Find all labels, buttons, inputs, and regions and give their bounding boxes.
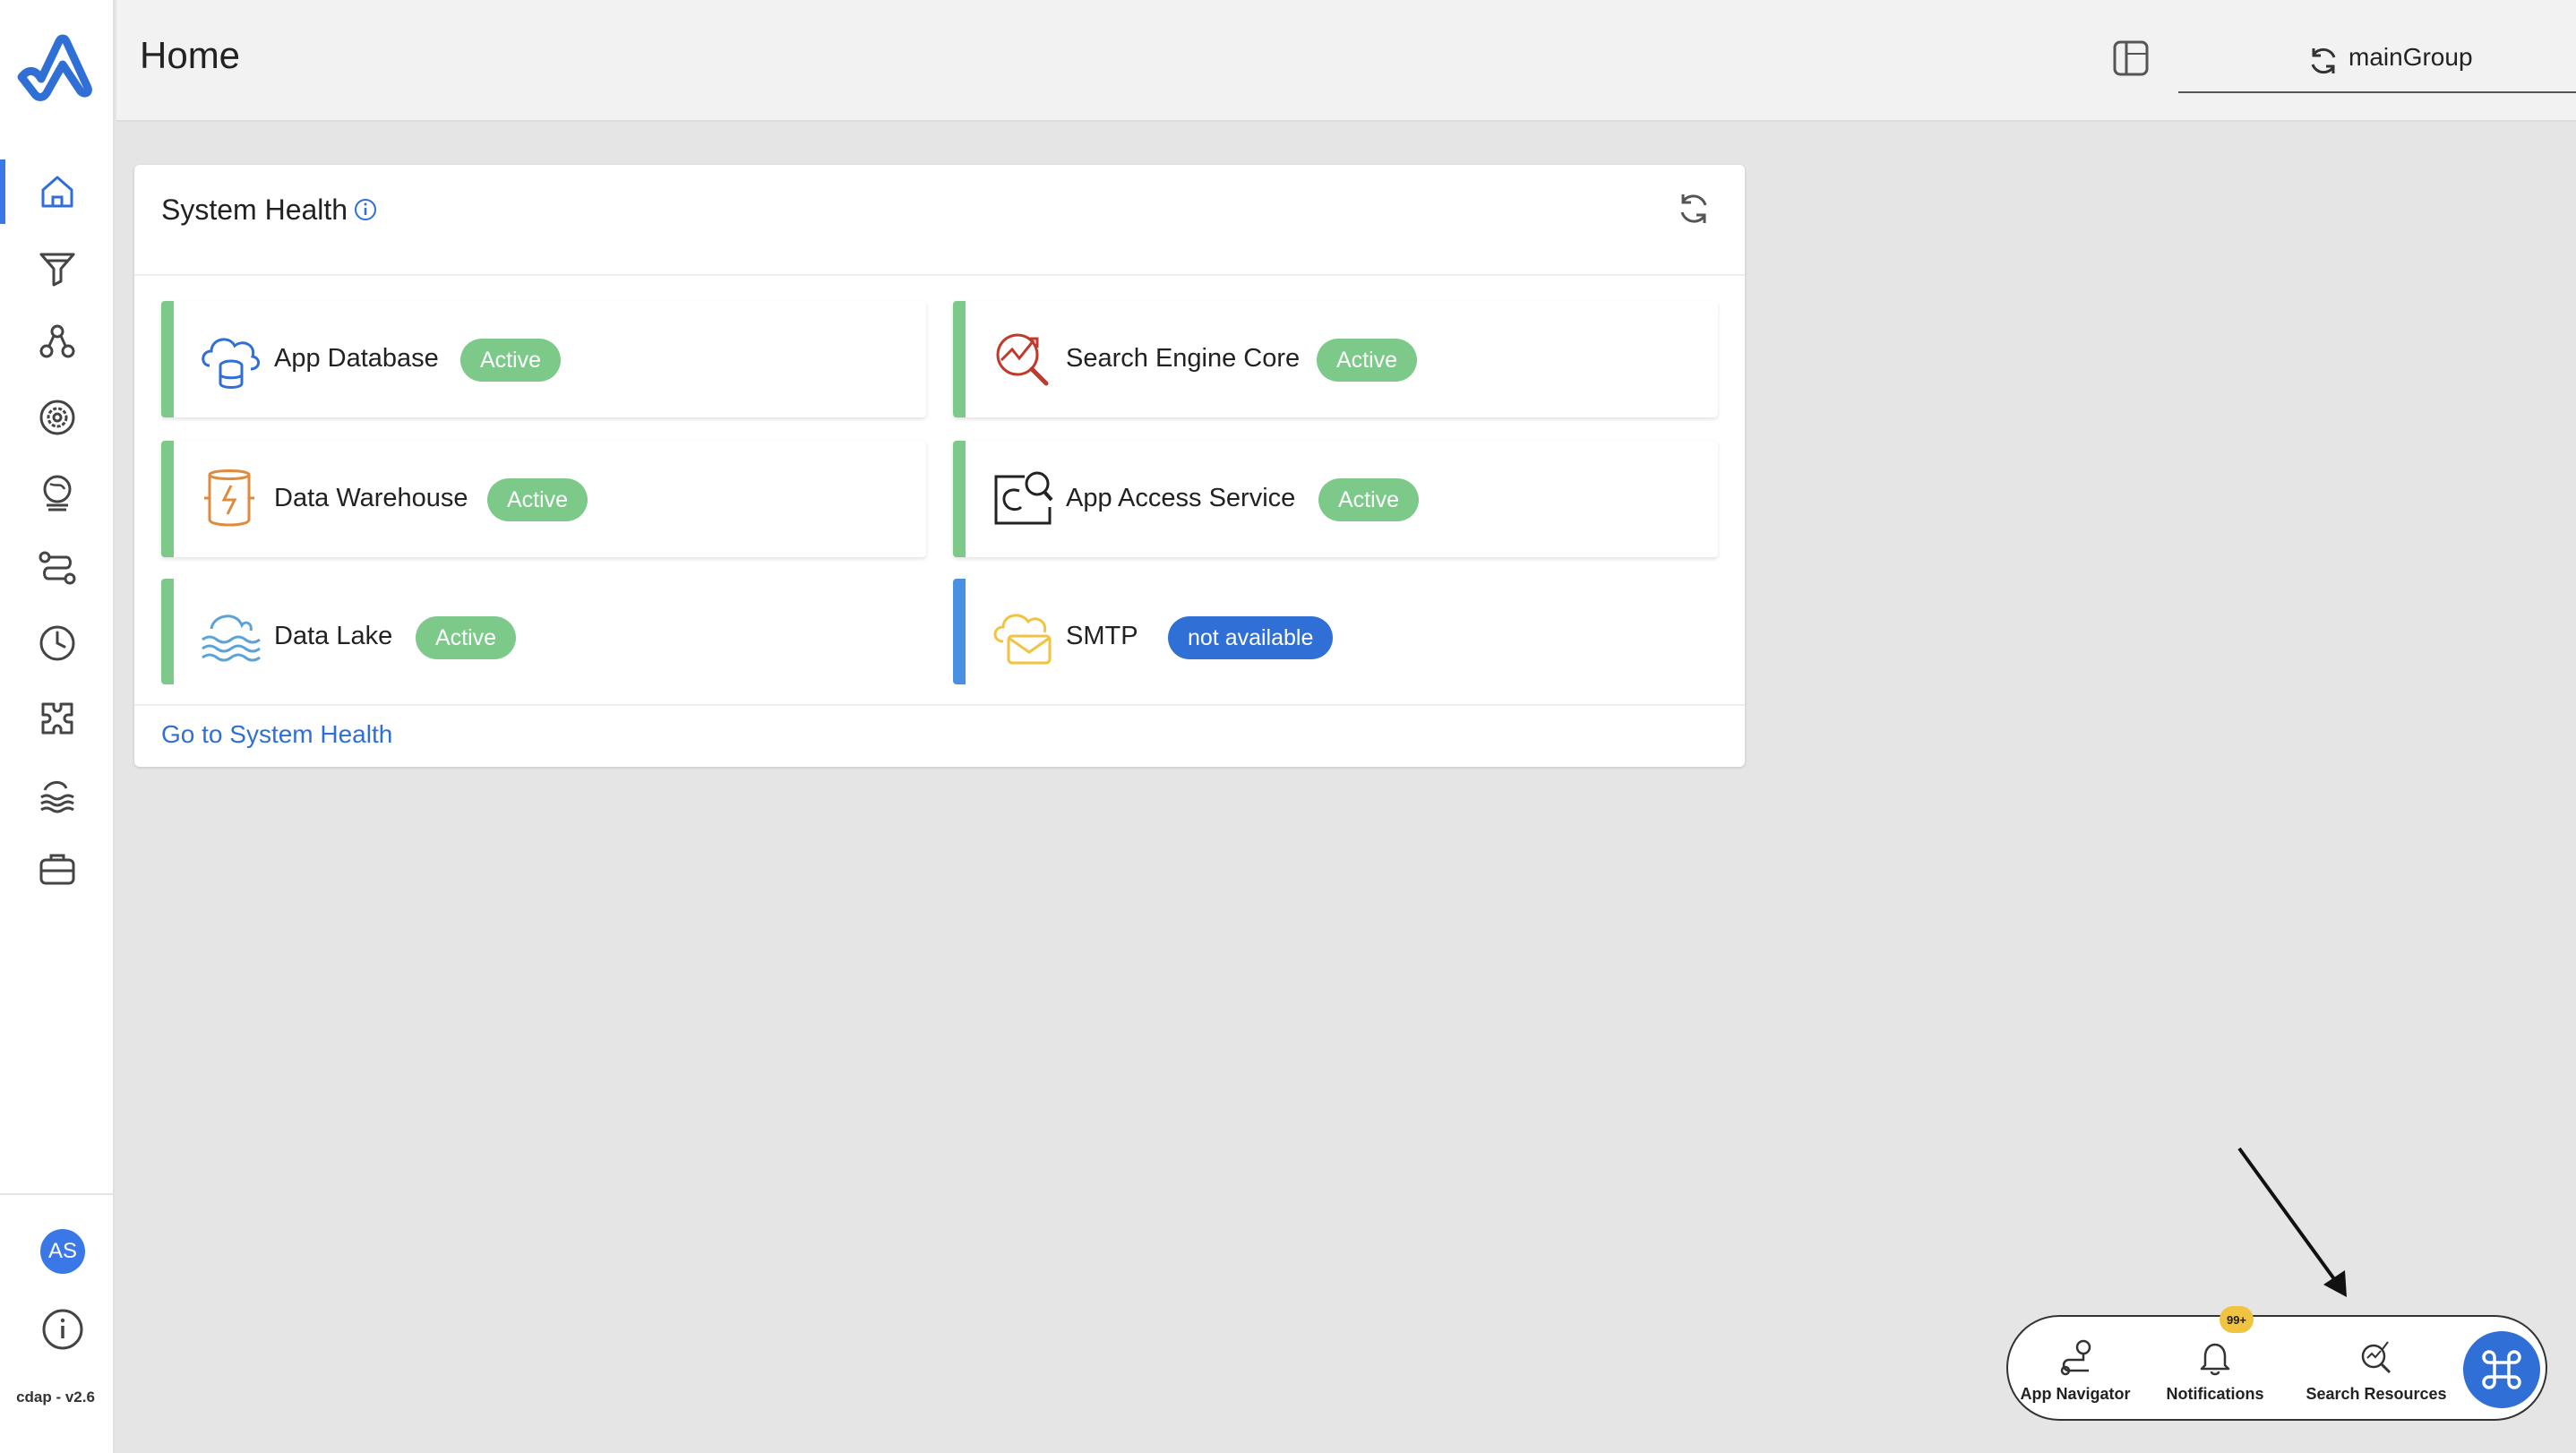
info-icon[interactable] [353,197,378,222]
funnel-icon [39,253,75,287]
service-app-database[interactable]: App Database Active [161,301,926,417]
globe-icon [43,475,72,512]
waves-icon [202,615,261,662]
nav-explore[interactable] [0,455,115,530]
info-icon[interactable] [39,1306,86,1353]
nav-scheduler[interactable] [0,606,115,681]
puzzle-icon [41,702,73,735]
command-palette-button[interactable] [2463,1331,2540,1408]
service-name: App Access Service [1066,484,1296,512]
service-search-engine-core[interactable]: Search Engine Core Active [953,301,1718,417]
navigator-pin-icon [2060,1339,2091,1376]
version-label: cdap - v2.6 [16,1389,95,1406]
nav-home[interactable] [0,154,115,229]
layout-toggle-icon[interactable] [2112,39,2150,77]
command-key-icon [2482,1350,2521,1389]
nav-routing[interactable] [0,530,115,606]
card-footer-divider [134,704,1745,706]
go-to-system-health-link[interactable]: Go to System Health [161,720,392,749]
status-badge: Active [1317,339,1418,382]
data-lake-icon [40,781,74,813]
bell-icon [2200,1343,2230,1376]
briefcase-icon [39,854,75,885]
home-icon [41,176,73,208]
sidebar: AS cdap - v2.6 [0,0,115,1453]
namespace-name: mainGroup [2348,43,2473,71]
page-title: Home [140,34,241,76]
notifications-count-badge: 99+ [2220,1306,2254,1333]
app-logo[interactable] [16,29,97,104]
search-chart-icon [996,333,1049,386]
warehouse-cylinder-icon [204,469,254,527]
nav-briefcase[interactable] [0,831,115,907]
dock-label: Notifications [2166,1385,2264,1403]
namespace-selector[interactable]: mainGroup [2178,27,2576,93]
service-name: App Database [274,344,439,373]
dock-app-navigator[interactable]: App Navigator [2017,1317,2134,1423]
sidebar-divider [0,1193,115,1195]
service-name: Data Lake [274,622,393,650]
service-data-lake[interactable]: Data Lake Active [161,579,926,684]
service-smtp[interactable]: SMTP not available [953,579,1718,684]
service-name: SMTP [1066,622,1138,650]
status-badge: Active [1318,478,1420,521]
service-name: Search Engine Core [1066,344,1301,373]
clock-icon [39,625,75,661]
dock-notifications[interactable]: Notifications [2157,1317,2273,1423]
dock-label: App Navigator [2020,1385,2131,1403]
nav-pipelines[interactable] [0,229,115,305]
status-badge: Active [416,616,517,659]
system-health-card: System Health App Database Active Search… [134,165,1745,767]
status-badge: Active [460,339,562,382]
service-app-access-service[interactable]: App Access Service Active [953,441,1718,557]
status-badge: not available [1168,616,1334,659]
namespace-refresh[interactable] [2306,43,2341,79]
cloud-database-icon [202,338,260,389]
annotation-arrow [2237,1147,2347,1297]
status-badge: Active [487,478,588,521]
mail-cloud-icon [993,614,1052,665]
dock-label: Search Resources [2306,1385,2447,1403]
nav-plugins[interactable] [0,681,115,756]
service-name: Data Warehouse [274,484,468,512]
refresh-icon [2311,47,2336,74]
search-resources-icon [2361,1341,2391,1374]
settings-gear-icon [39,400,75,435]
nav-data-modeling[interactable] [0,305,115,380]
top-header: Home mainGroup [116,0,2576,122]
access-search-icon [994,471,1053,525]
nodes-icon [39,324,75,358]
service-data-warehouse[interactable]: Data Warehouse Active [161,441,926,557]
nav-data-lake[interactable] [0,756,115,831]
dock-search-resources[interactable]: Search Resources [2300,1317,2452,1423]
nav-control-center[interactable] [0,380,115,455]
card-title: System Health [161,193,348,226]
card-divider [134,274,1745,276]
route-icon [39,551,76,585]
avatar[interactable]: AS [40,1229,85,1274]
refresh-icon[interactable] [1675,190,1713,228]
